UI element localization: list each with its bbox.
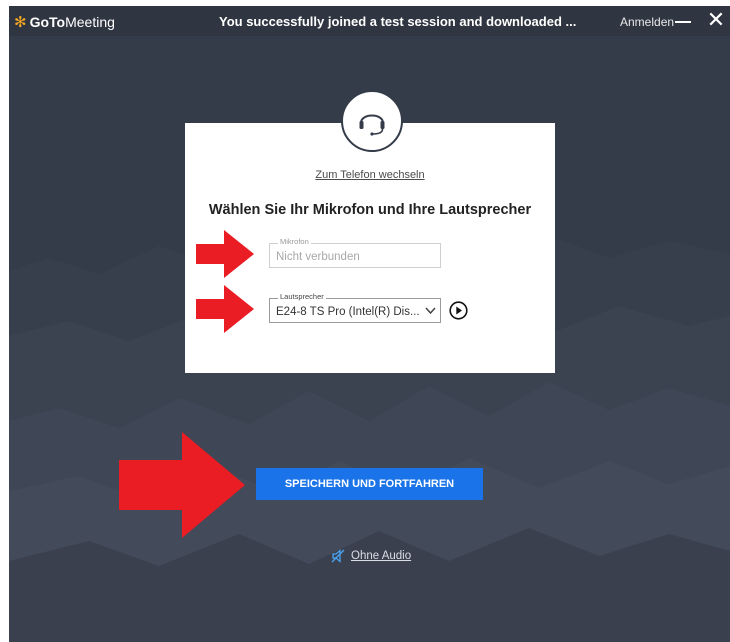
red-arrow-annotation xyxy=(119,432,245,538)
gotomeeting-logo: ✻ GoTo Meeting xyxy=(14,13,115,31)
play-icon[interactable] xyxy=(449,301,468,320)
speaker-value: E24-8 TS Pro (Intel(R) Dis... xyxy=(276,306,420,318)
close-button[interactable]: ✕ xyxy=(704,7,728,33)
microphone-label: Mikrofon xyxy=(278,237,311,246)
no-audio-label: Ohne Audio xyxy=(351,550,412,562)
audio-setup-heading: Wählen Sie Ihr Mikrofon und Ihre Lautspr… xyxy=(208,202,532,218)
speaker-label: Lautsprecher xyxy=(278,292,326,301)
logo-goto-text: GoTo xyxy=(29,14,66,30)
gotomeeting-logo-icon: ✻ xyxy=(14,14,27,31)
chevron-down-icon xyxy=(425,307,436,315)
minimize-icon xyxy=(675,21,691,23)
speaker-select[interactable]: Lautsprecher E24-8 TS Pro (Intel(R) Dis.… xyxy=(269,292,441,323)
minimize-button[interactable] xyxy=(673,10,695,32)
close-icon: ✕ xyxy=(706,7,726,32)
app-window: ✻ GoTo Meeting You successfully joined a… xyxy=(9,6,730,642)
headset-icon xyxy=(359,114,385,136)
save-and-continue-button[interactable]: SPEICHERN UND FORTFAHREN xyxy=(256,468,483,500)
microphone-select[interactable]: Mikrofon Nicht verbunden xyxy=(269,237,441,268)
signin-link[interactable]: Anmelden xyxy=(620,15,674,29)
no-audio-link[interactable]: Ohne Audio xyxy=(331,549,411,563)
window-title: You successfully joined a test session a… xyxy=(219,14,577,29)
speaker-muted-icon xyxy=(331,549,345,563)
headset-badge xyxy=(341,90,403,152)
title-bar: ✻ GoTo Meeting You successfully joined a… xyxy=(9,6,730,36)
logo-meeting-text: Meeting xyxy=(65,14,115,30)
switch-to-phone-link[interactable]: Zum Telefon wechseln xyxy=(185,169,555,181)
red-arrow-annotation xyxy=(196,285,254,333)
microphone-value: Nicht verbunden xyxy=(276,251,360,263)
red-arrow-annotation xyxy=(196,230,254,278)
